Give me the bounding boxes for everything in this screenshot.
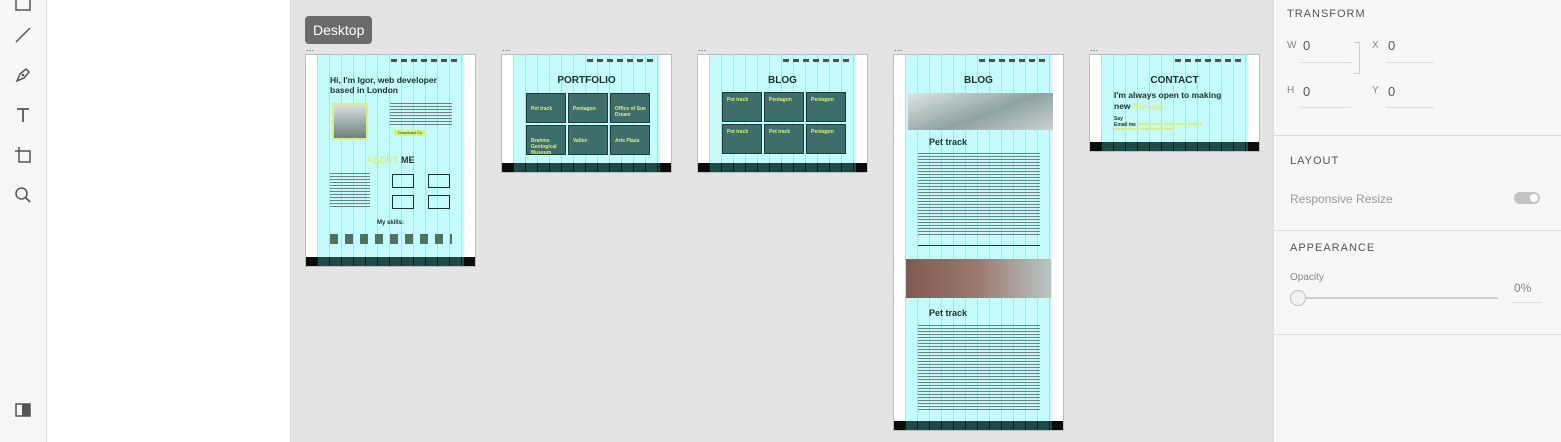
width-label: W [1287,40,1297,51]
post-body [918,325,1040,411]
x-input[interactable]: 0 [1388,38,1395,53]
about-me-heading: ABOUT ME [366,155,415,165]
blog-heading: BLOG [768,75,797,86]
artboard-menu-home[interactable]: ... [306,44,314,54]
rectangle-tool-icon[interactable] [12,0,34,14]
about-details [330,173,370,209]
nav-menu [391,59,461,62]
post-title: Pet track [929,137,968,147]
intro-text [390,103,452,127]
layout-heading: LAYOUT [1290,155,1340,167]
canvas[interactable]: Desktop ... ... ... ... ... Hi, I'm Igor… [291,0,1273,442]
layers-panel [47,0,291,442]
portfolio-tile[interactable]: Arte Plaza [610,125,650,155]
blog-heading: BLOG [964,75,993,86]
x-label: X [1372,40,1379,51]
portfolio-tile[interactable]: Pentagon [568,93,608,123]
line-tool-icon[interactable] [12,24,34,46]
contact-phone [1114,128,1174,130]
height-input[interactable]: 0 [1303,84,1310,99]
y-input[interactable]: 0 [1388,84,1395,99]
tools-panel [0,0,47,442]
service-box [428,195,450,209]
blog-card[interactable]: Pentagon [806,124,846,154]
blog-card[interactable]: Pentagon [764,92,804,122]
artboard-blog-post[interactable]: BLOG Pet track Pet track [893,54,1064,431]
contact-heading: CONTACT [1150,75,1199,86]
artboard-blog-grid[interactable]: BLOG Pet track Pentagon Pentagon Pet tra… [697,54,868,173]
service-box [392,174,414,188]
artboard-home[interactable]: Hi, I'm Igor, web developer based in Lon… [305,54,476,267]
opacity-value[interactable]: 0% [1514,281,1531,295]
portfolio-heading: PORTFOLIO [557,75,616,86]
post-body [918,153,1040,237]
nav-menu [587,59,657,62]
property-inspector: TRANSFORM W 0 X 0 H 0 Y 0 LAYOUT Respons… [1273,0,1561,442]
artboard-menu-blog1[interactable]: ... [698,44,706,54]
height-label: H [1287,85,1295,96]
lock-proportions-icon[interactable] [1354,42,1360,74]
artboard-portfolio[interactable]: PORTFOLIO Pet track Pentagon Office of S… [501,54,672,173]
profile-photo [332,103,368,140]
appearance-heading: APPEARANCE [1290,242,1376,254]
artboard-tooltip: Desktop [305,16,373,44]
zoom-tool-icon[interactable] [12,184,34,206]
pen-tool-icon[interactable] [12,64,34,86]
blog-card[interactable]: Pet track [764,124,804,154]
width-input[interactable]: 0 [1303,38,1310,53]
portfolio-tile[interactable]: Pet track [526,93,566,123]
skill-icons [330,234,452,244]
portfolio-tile[interactable]: Vallee [568,125,608,155]
text-tool-icon[interactable] [12,104,34,126]
responsive-resize-label: Responsive Resize [1290,192,1393,206]
contact-email-link[interactable] [1138,123,1202,125]
hero-heading: Hi, I'm Igor, web developer based in Lon… [330,75,437,95]
post-divider [918,245,1040,246]
nav-menu [783,59,853,62]
nav-menu [979,59,1049,62]
nav-menu [1175,59,1245,62]
opacity-slider[interactable] [1298,297,1498,299]
download-cv-button[interactable]: Download Cv [394,130,426,136]
plugins-icon[interactable] [12,399,34,421]
service-box [392,195,414,209]
service-box [428,174,450,188]
artboard-menu-blog2[interactable]: ... [894,44,902,54]
y-label: Y [1372,85,1379,96]
skills-heading: My skills: [376,220,404,226]
opacity-slider-handle[interactable] [1290,290,1306,306]
artboard-contact[interactable]: CONTACT I'm always open to making new fr… [1089,54,1260,152]
post-image [906,259,1051,298]
contact-line1: I'm always open to making [1114,90,1222,100]
opacity-label: Opacity [1290,272,1324,283]
artboard-tool-icon[interactable] [12,144,34,166]
portfolio-tile[interactable]: Office of Sue Dream [610,93,650,123]
blog-card[interactable]: Pet track [722,92,762,122]
artboard-menu-contact[interactable]: ... [1090,44,1098,54]
responsive-resize-toggle[interactable] [1514,192,1540,204]
contact-line2: new friends. [1114,101,1164,111]
blog-card[interactable]: Pentagon [806,92,846,122]
portfolio-tile[interactable]: Brahms Geological Museum [526,125,566,156]
blog-card[interactable]: Pet track [722,124,762,154]
transform-heading: TRANSFORM [1287,8,1366,20]
post-title: Pet track [929,308,968,318]
post-image [908,93,1053,130]
artboard-menu-portfolio[interactable]: ... [502,44,510,54]
